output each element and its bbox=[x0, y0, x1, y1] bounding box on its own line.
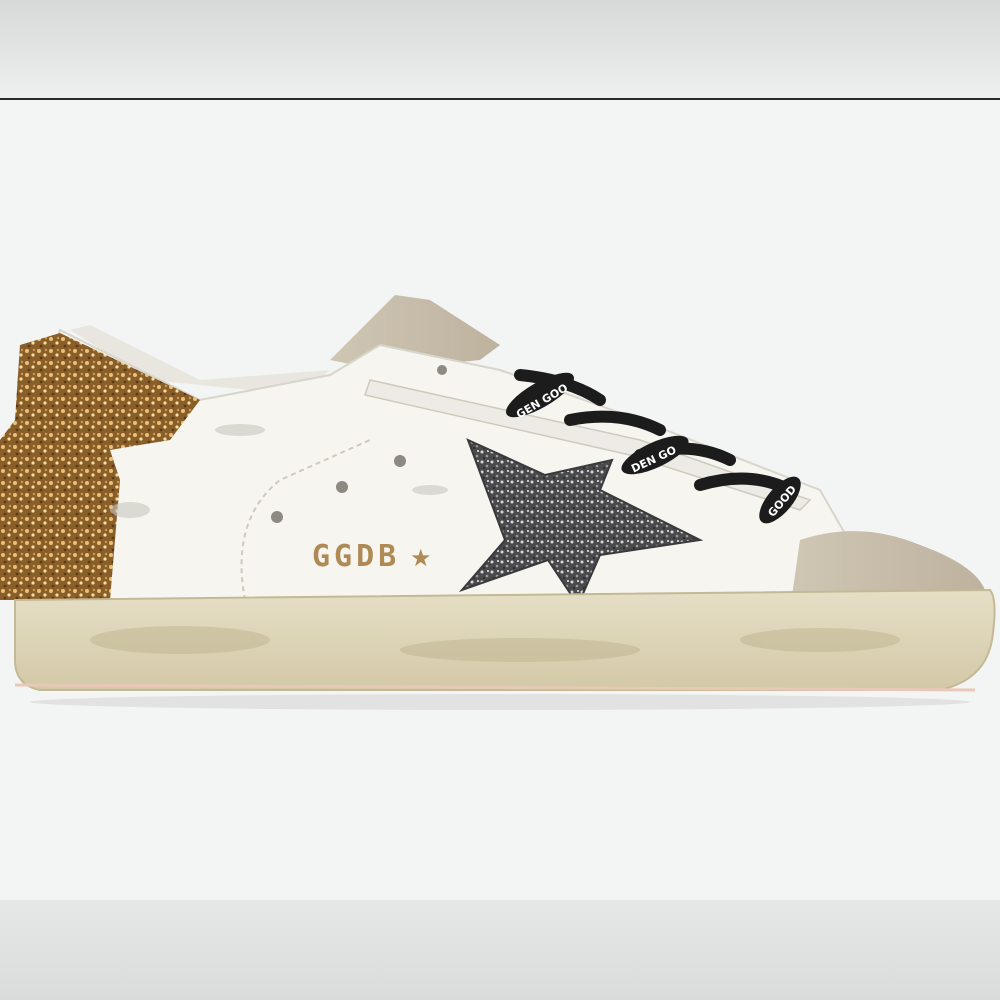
brand-logo-star: ★ bbox=[410, 544, 432, 572]
sneaker-image: GEN GOO DEN GO GOOD GGDB ★ bbox=[0, 295, 996, 710]
floor-shadow bbox=[30, 694, 970, 710]
product-photo: GEN GOO DEN GO GOOD GGDB ★ bbox=[0, 0, 1000, 1000]
brand-logo: GGDB bbox=[312, 539, 400, 574]
